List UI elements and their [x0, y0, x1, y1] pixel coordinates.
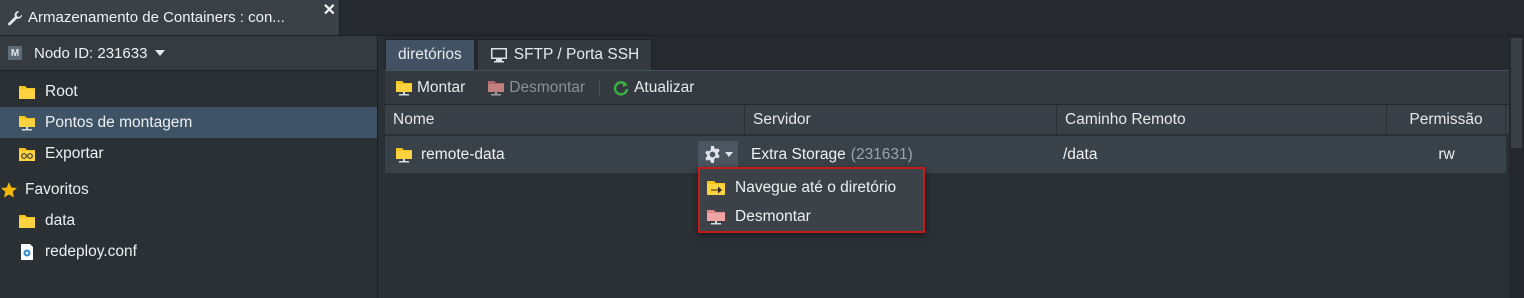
unmount-icon [707, 209, 725, 224]
toolbar-separator [599, 78, 601, 97]
row-actions-button[interactable] [698, 141, 738, 168]
node-title: Nodo ID: 231633 [34, 44, 148, 62]
column-header-permission[interactable]: Permissão [1387, 105, 1506, 135]
tree-item-label: Pontos de montagem [45, 113, 193, 131]
refresh-icon [613, 80, 629, 95]
unmount-button[interactable]: Desmontar [487, 79, 585, 97]
favorites-label: Favoritos [25, 180, 89, 198]
unmount-icon [488, 80, 505, 95]
favorite-item-data[interactable]: data [0, 205, 377, 236]
folder-icon [19, 214, 35, 228]
tree-item-label: Exportar [45, 144, 104, 162]
row-permission: rw [1438, 145, 1455, 163]
favorite-item-label: data [45, 211, 76, 229]
scrollbar-thumb[interactable] [1511, 38, 1522, 148]
mount-folder-icon [396, 80, 412, 95]
window-title: Armazenamento de Containers : con... [28, 9, 285, 26]
vertical-scrollbar[interactable] [1509, 36, 1524, 298]
toolbar: Montar Desmontar Atualizar [385, 70, 1515, 105]
chevron-down-icon [725, 152, 733, 157]
tab-label: SFTP / Porta SSH [513, 46, 640, 63]
node-selector[interactable]: M Nodo ID: 231633 [0, 36, 377, 71]
tree-item-mount-points[interactable]: Pontos de montagem [0, 107, 377, 138]
row-server: Extra Storage [751, 145, 846, 163]
terminal-icon [490, 48, 507, 63]
window-tab[interactable]: Armazenamento de Containers : con... ✕ [0, 0, 340, 35]
favorite-item-label: redeploy.conf [45, 242, 137, 260]
menu-item-label: Desmontar [735, 207, 811, 225]
table-row[interactable]: remote-data Extra Storage (231631) /data… [385, 136, 1506, 173]
export-icon [19, 147, 35, 161]
tree-item-label: Root [45, 82, 78, 100]
gear-icon [705, 145, 720, 164]
tree-item-export[interactable]: Exportar [0, 138, 377, 169]
mount-folder-icon [19, 115, 35, 130]
menu-item-unmount[interactable]: Desmontar [700, 202, 923, 231]
row-server-id: (231631) [850, 145, 913, 163]
tab-directories[interactable]: diretórios [385, 39, 475, 70]
refresh-button[interactable]: Atualizar [612, 79, 694, 97]
navigate-folder-icon [707, 180, 725, 195]
node-badge: M [8, 46, 22, 60]
column-header-remote-path[interactable]: Caminho Remoto [1057, 105, 1387, 135]
mount-folder-icon [396, 147, 412, 162]
row-name-cell: remote-data [395, 136, 505, 173]
refresh-label: Atualizar [634, 78, 695, 96]
folder-icon [19, 85, 35, 99]
menu-item-navigate-directory[interactable]: Navegue até o diretório [700, 173, 923, 202]
wrench-icon [8, 10, 23, 25]
column-header-server[interactable]: Servidor [745, 105, 1057, 135]
tab-sftp-ssh[interactable]: SFTP / Porta SSH [476, 39, 653, 70]
unmount-label: Desmontar [509, 78, 586, 96]
favorites-header: Favoritos [0, 174, 377, 205]
mount-label: Montar [417, 78, 466, 96]
window-tab-bar: Armazenamento de Containers : con... ✕ [0, 0, 1524, 36]
mount-button[interactable]: Montar [395, 79, 465, 97]
row-context-menu: Navegue até o diretório Desmontar [698, 167, 925, 233]
config-file-icon [21, 243, 33, 260]
tab-label: diretórios [398, 46, 462, 63]
table-header: Nome Servidor Caminho Remoto Permissão [385, 105, 1515, 135]
tree-item-root[interactable]: Root [0, 76, 377, 107]
close-icon[interactable]: ✕ [323, 3, 336, 19]
main-panel: diretórios SFTP / Porta SSH Montar Desmo… [385, 36, 1515, 298]
menu-item-label: Navegue até o diretório [735, 178, 897, 196]
row-name: remote-data [421, 145, 505, 163]
tab-strip: diretórios SFTP / Porta SSH [385, 36, 1515, 70]
star-icon [1, 181, 17, 197]
column-header-name[interactable]: Nome [385, 105, 745, 135]
sidebar: M Nodo ID: 231633 Root Pontos de montage… [0, 36, 378, 298]
favorite-item-redeploy-conf[interactable]: redeploy.conf [0, 236, 377, 267]
row-remote-path: /data [1063, 145, 1098, 163]
chevron-down-icon[interactable] [155, 50, 166, 56]
